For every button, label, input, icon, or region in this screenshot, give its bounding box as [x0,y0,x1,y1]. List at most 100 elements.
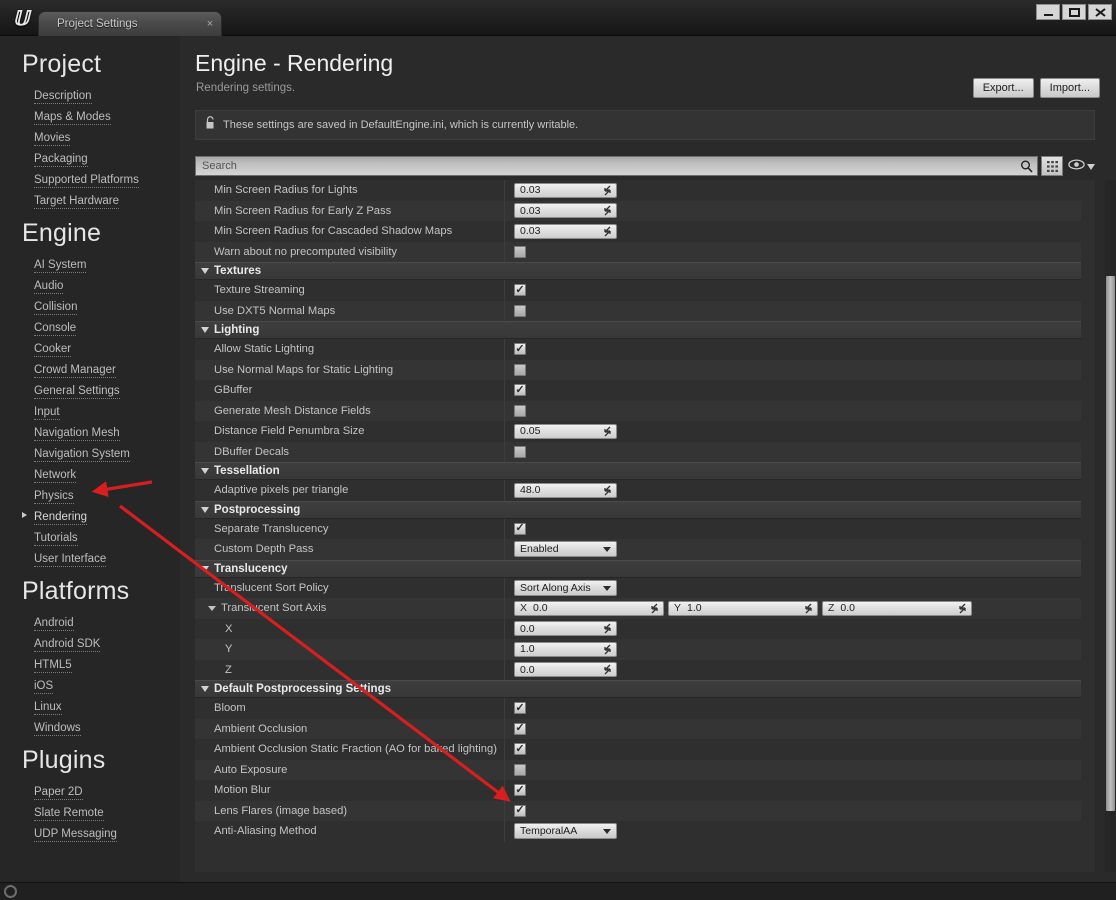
number-field[interactable]: 0.03 [514,203,617,219]
sidebar-item-cooker[interactable]: Cooker [22,338,180,359]
maximize-button[interactable] [1062,4,1086,20]
sidebar-item-audio[interactable]: Audio [22,275,180,296]
search-input[interactable] [196,160,1015,172]
checkbox-use-normal-maps-for-static-lighting[interactable] [514,363,526,376]
checkbox-bloom[interactable]: ✓ [514,702,526,715]
sidebar-item-movies[interactable]: Movies [22,127,180,148]
section-header-translucency[interactable]: Translucency [195,559,1081,578]
sidebar-item-html5[interactable]: HTML5 [22,654,180,675]
checkbox-use-dxt5-normal-maps[interactable] [514,304,526,317]
checkbox-dbuffer-decals[interactable] [514,445,526,458]
grid-view-icon[interactable] [1041,156,1063,176]
number-field[interactable]: 1.0 [514,641,617,657]
sidebar-item-ios[interactable]: iOS [22,675,180,696]
sidebar-item-target-hardware[interactable]: Target Hardware [22,190,180,211]
spinner-icon[interactable] [603,226,612,239]
tab-project-settings[interactable]: Project Settings × [38,11,222,36]
search-icon[interactable] [1015,160,1037,173]
sidebar-item-ai-system[interactable]: AI System [22,254,180,275]
vector-field-x[interactable]: X 0.0 [514,600,664,616]
setting-label: Custom Depth Pass [195,539,505,560]
setting-value: X 0.0 Y 1.0 Z 0.0 [505,600,1081,616]
field-value: 1.0 [687,602,702,615]
sidebar-item-description[interactable]: Description [22,85,180,106]
dropdown-anti-aliasing-method[interactable]: TemporalAA [514,823,617,840]
checkbox-lens-flares-image-based[interactable]: ✓ [514,804,526,817]
setting-value: 0.03 [505,223,1081,239]
checkbox-gbuffer[interactable]: ✓ [514,384,526,397]
export-button[interactable]: Export... [972,78,1034,98]
checkbox-motion-blur[interactable]: ✓ [514,784,526,797]
checkbox-ambient-occlusion-static-fraction-ao-for-baked-lighting[interactable]: ✓ [514,743,526,756]
sidebar-item-slate-remote[interactable]: Slate Remote [22,802,180,823]
sidebar-item-navigation-system[interactable]: Navigation System [22,443,180,464]
sidebar-item-paper-2d[interactable]: Paper 2D [22,781,180,802]
checkbox-texture-streaming[interactable]: ✓ [514,284,526,297]
sidebar-item-linux[interactable]: Linux [22,696,180,717]
spinner-icon[interactable] [603,185,612,198]
checkbox-warn-about-no-precomputed-visibility[interactable] [514,245,526,258]
section-header-textures[interactable]: Textures [195,262,1081,280]
sidebar-item-collision[interactable]: Collision [22,296,180,317]
sidebar-item-rendering[interactable]: Rendering [22,506,180,527]
number-field[interactable]: 0.03 [514,223,617,239]
import-button[interactable]: Import... [1039,78,1100,98]
sidebar-item-packaging[interactable]: Packaging [22,148,180,169]
minimize-button[interactable] [1036,4,1060,20]
spinner-icon[interactable] [603,623,612,636]
collapse-triangle-icon[interactable] [208,605,216,611]
spinner-icon[interactable] [603,644,612,657]
dropdown-custom-depth-pass[interactable]: Enabled [514,541,617,558]
search-input-wrapper[interactable] [195,156,1038,176]
section-header-tessellation[interactable]: Tessellation [195,462,1081,480]
sidebar-item-general-settings[interactable]: General Settings [22,380,180,401]
sidebar-item-udp-messaging[interactable]: UDP Messaging [22,823,180,844]
checkbox-ambient-occlusion[interactable]: ✓ [514,722,526,735]
setting-label: DBuffer Decals [195,441,505,462]
sidebar-item-android-sdk[interactable]: Android SDK [22,633,180,654]
spinner-icon[interactable] [603,485,612,498]
number-field[interactable]: 48.0 [514,482,617,498]
close-icon[interactable]: × [203,18,221,30]
sidebar-item-android[interactable]: Android [22,612,180,633]
spinner-icon[interactable] [650,603,659,616]
sidebar-item-tutorials[interactable]: Tutorials [22,527,180,548]
sidebar-item-navigation-mesh[interactable]: Navigation Mesh [22,422,180,443]
sidebar-item-user-interface[interactable]: User Interface [22,548,180,569]
spinner-icon[interactable] [958,603,967,616]
collapse-triangle-icon [201,468,209,474]
close-button[interactable] [1088,4,1112,20]
sidebar-item-maps-modes[interactable]: Maps & Modes [22,106,180,127]
checkbox-separate-translucency[interactable]: ✓ [514,522,526,535]
visibility-options-button[interactable] [1067,156,1095,176]
setting-label: Translucent Sort Policy [195,577,505,598]
sidebar-item-network[interactable]: Network [22,464,180,485]
sidebar-item-supported-platforms[interactable]: Supported Platforms [22,169,180,190]
sidebar-item-input[interactable]: Input [22,401,180,422]
sidebar-item-windows[interactable]: Windows [22,717,180,738]
dropdown-translucent-sort-policy[interactable]: Sort Along Axis [514,579,617,596]
number-field[interactable]: 0.03 [514,182,617,198]
number-field[interactable]: 0.0 [514,621,617,637]
sidebar-item-physics[interactable]: Physics [22,485,180,506]
scrollbar-thumb[interactable] [1106,276,1115,811]
number-field[interactable]: 0.05 [514,423,617,439]
sidebar-item-console[interactable]: Console [22,317,180,338]
section-header-default-postprocessing-settings[interactable]: Default Postprocessing Settings [195,680,1081,698]
section-header-postprocessing[interactable]: Postprocessing [195,500,1081,519]
spinner-icon[interactable] [804,603,813,616]
settings-scrollbar[interactable] [1105,180,1116,872]
spinner-icon[interactable] [603,664,612,677]
sidebar-item-crowd-manager[interactable]: Crowd Manager [22,359,180,380]
spinner-icon[interactable] [603,205,612,218]
spinner-icon[interactable] [603,426,612,439]
setting-label: Bloom [195,698,505,719]
section-header-lighting[interactable]: Lighting [195,321,1081,339]
checkbox-generate-mesh-distance-fields[interactable] [514,404,526,417]
checkbox-allow-static-lighting[interactable]: ✓ [514,343,526,356]
vector-field-z[interactable]: Z 0.0 [822,600,972,616]
number-field[interactable]: 0.0 [514,662,617,678]
checkbox-auto-exposure[interactable] [514,763,526,776]
vector-field-y[interactable]: Y 1.0 [668,600,818,616]
setting-row-ambient-occlusion: Ambient Occlusion ✓ [195,718,1081,739]
